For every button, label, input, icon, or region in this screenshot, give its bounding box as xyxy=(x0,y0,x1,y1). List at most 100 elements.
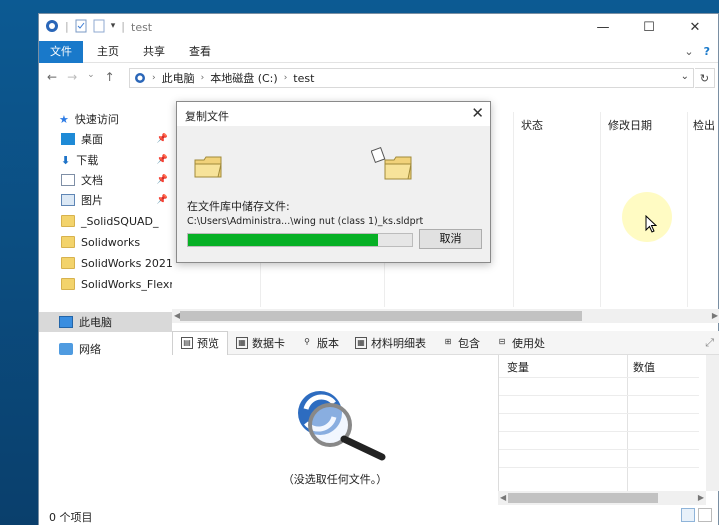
tab-label: 包含 xyxy=(458,336,480,350)
network-icon xyxy=(59,343,73,355)
expand-pane-icon[interactable]: ⤢ xyxy=(705,336,714,350)
column-divider xyxy=(513,112,514,307)
table-row xyxy=(499,377,699,378)
bom-icon: ▦ xyxy=(355,336,367,349)
sidebar-item-desktop[interactable]: 桌面 📌 xyxy=(39,129,172,149)
sidebar-item-pictures[interactable]: 图片 📌 xyxy=(39,190,172,210)
column-header-variable[interactable]: 变量 xyxy=(507,359,529,375)
column-header-status[interactable]: 状态 xyxy=(521,117,543,137)
star-icon: ★ xyxy=(59,112,69,126)
breadcrumb-this-pc[interactable]: 此电脑 xyxy=(162,70,195,86)
breadcrumb-separator: › xyxy=(283,73,288,83)
table-row xyxy=(499,431,699,432)
properties-icon[interactable] xyxy=(75,19,87,33)
properties-table: 变量 数值 xyxy=(498,355,719,491)
pin-icon[interactable]: 📌 xyxy=(157,155,168,165)
scroll-right-arrow-icon[interactable]: ▶ xyxy=(712,309,718,323)
picture-icon xyxy=(61,194,75,206)
tab-where-used[interactable]: ⊟ 使用处 xyxy=(488,331,553,355)
sidebar-item-documents[interactable]: 文档 📌 xyxy=(39,170,172,190)
dialog-close-button[interactable]: ✕ xyxy=(471,104,484,122)
address-dropdown-icon[interactable]: ⌄ xyxy=(681,71,689,82)
preview-pane: （没选取任何文件。） xyxy=(172,355,498,505)
breadcrumb-local-disk[interactable]: 本地磁盘 (C:) xyxy=(210,70,277,86)
scrollbar-thumb[interactable] xyxy=(180,311,582,321)
where-used-icon: ⊟ xyxy=(498,336,506,346)
large-icons-view-icon[interactable] xyxy=(698,508,712,522)
destination-folder-icon xyxy=(371,147,412,180)
column-header-checked-out[interactable]: 检出 xyxy=(693,117,715,137)
scroll-left-arrow-icon[interactable]: ◀ xyxy=(500,491,506,505)
sidebar-item-quick-access[interactable]: ★ 快速访问 xyxy=(39,109,172,129)
dialog-title: 复制文件 xyxy=(185,110,229,123)
properties-horizontal-scrollbar[interactable]: ◀ ▶ xyxy=(498,491,706,505)
dialog-file-path: C:\Users\Administra...\wing nut (class 1… xyxy=(187,216,424,227)
sidebar-item-solidsquad[interactable]: _SolidSQUAD_ xyxy=(39,211,172,231)
tab-home[interactable]: 主页 xyxy=(87,41,129,63)
table-row xyxy=(499,413,699,414)
close-button[interactable]: ✕ xyxy=(672,14,718,41)
recent-locations-icon[interactable]: ⌄ xyxy=(87,70,95,84)
column-header-modified[interactable]: 修改日期 xyxy=(608,117,652,137)
scroll-right-arrow-icon[interactable]: ▶ xyxy=(698,491,704,505)
refresh-icon[interactable]: ↻ xyxy=(695,68,715,88)
sidebar-item-solidworks-flexnet[interactable]: SolidWorks_Flexn xyxy=(39,274,172,294)
folder-icon xyxy=(61,257,75,269)
sidebar-item-label: SolidWorks_Flexn xyxy=(81,277,172,291)
sidebar-item-network[interactable]: 网络 xyxy=(39,339,172,359)
up-arrow-icon[interactable]: ↑ xyxy=(105,70,115,84)
preview-icon: ▤ xyxy=(181,337,193,349)
vertical-scrollbar[interactable] xyxy=(706,355,719,491)
sidebar-item-label: 此电脑 xyxy=(79,316,112,329)
vault-location-icon xyxy=(135,73,145,83)
version-icon: ⚲ xyxy=(304,336,310,346)
item-count: 0 个项目 xyxy=(49,511,93,524)
sidebar-item-solidworks[interactable]: Solidworks xyxy=(39,232,172,252)
minimize-button[interactable]: — xyxy=(580,14,626,41)
copy-file-dialog: 复制文件 ✕ 在文件库中储存文件: C:\Users\Administra...… xyxy=(176,101,491,263)
forward-arrow-icon[interactable]: → xyxy=(67,70,77,84)
progress-fill xyxy=(188,234,379,246)
tab-label: 预览 xyxy=(197,337,219,350)
sidebar-item-downloads[interactable]: ⬇ 下载 📌 xyxy=(39,150,172,170)
sidebar-item-this-pc[interactable]: 此电脑 xyxy=(39,312,172,332)
title-bar: | ▾ | test — ☐ ✕ xyxy=(39,14,718,41)
file-explorer-window: | ▾ | test — ☐ ✕ 文件 主页 共享 查看 ⌄ ? ← → ⌄ ↑ xyxy=(38,13,719,525)
pin-icon[interactable]: 📌 xyxy=(157,175,168,185)
pdm-vault-icon[interactable] xyxy=(45,19,59,33)
pin-icon[interactable]: 📌 xyxy=(157,134,168,144)
tab-share[interactable]: 共享 xyxy=(133,41,175,63)
breadcrumb-separator: › xyxy=(200,73,205,83)
customize-toolbar-dropdown-icon[interactable]: ▾ xyxy=(111,21,116,31)
new-folder-icon[interactable] xyxy=(93,19,105,33)
breadcrumb-test[interactable]: test xyxy=(293,72,314,85)
tab-contains[interactable]: ⊞ 包含 xyxy=(434,331,488,355)
computer-icon xyxy=(59,316,73,328)
help-icon[interactable]: ? xyxy=(704,45,710,58)
sidebar-item-solidworks-2021[interactable]: SolidWorks 2021 xyxy=(39,253,172,273)
dialog-operation-label: 在文件库中储存文件: xyxy=(187,200,290,213)
preview-tab-bar: ▤ 预览 ▦ 数据卡 ⚲ 版本 ▦ 材料明细表 ⊞ 包含 ⊟ 使用处 ⤢ xyxy=(172,330,719,355)
address-bar[interactable]: › 此电脑 › 本地磁盘 (C:) › test ⌄ xyxy=(129,68,694,88)
tab-preview[interactable]: ▤ 预览 xyxy=(172,330,228,355)
desktop-icon xyxy=(61,133,75,145)
tab-bom[interactable]: ▦ 材料明细表 xyxy=(347,331,434,355)
tab-view[interactable]: 查看 xyxy=(179,41,221,63)
back-arrow-icon[interactable]: ← xyxy=(47,70,57,84)
scrollbar-thumb[interactable] xyxy=(508,493,658,503)
maximize-button[interactable]: ☐ xyxy=(626,14,672,41)
pin-icon[interactable]: 📌 xyxy=(157,195,168,205)
address-bar-row: ← → ⌄ ↑ › 此电脑 › 本地磁盘 (C:) › test ⌄ ↻ xyxy=(39,63,718,93)
cancel-button[interactable]: 取消 xyxy=(419,229,482,249)
column-header-value[interactable]: 数值 xyxy=(633,359,655,375)
expand-ribbon-icon[interactable]: ⌄ xyxy=(684,45,693,58)
details-view-icon[interactable] xyxy=(681,508,695,522)
horizontal-scrollbar[interactable]: ◀ ▶ xyxy=(172,309,719,323)
no-selection-message: （没选取任何文件。） xyxy=(282,473,388,486)
tab-data-card[interactable]: ▦ 数据卡 xyxy=(228,331,293,355)
tab-version[interactable]: ⚲ 版本 xyxy=(293,331,347,355)
navigation-pane: ★ 快速访问 桌面 📌 ⬇ 下载 📌 文档 📌 图片 📌 _SolidSQUAD… xyxy=(39,109,172,509)
sidebar-item-label: Solidworks xyxy=(81,235,141,249)
tab-file[interactable]: 文件 xyxy=(39,41,83,63)
sidebar-item-label: 图片 xyxy=(81,194,103,207)
